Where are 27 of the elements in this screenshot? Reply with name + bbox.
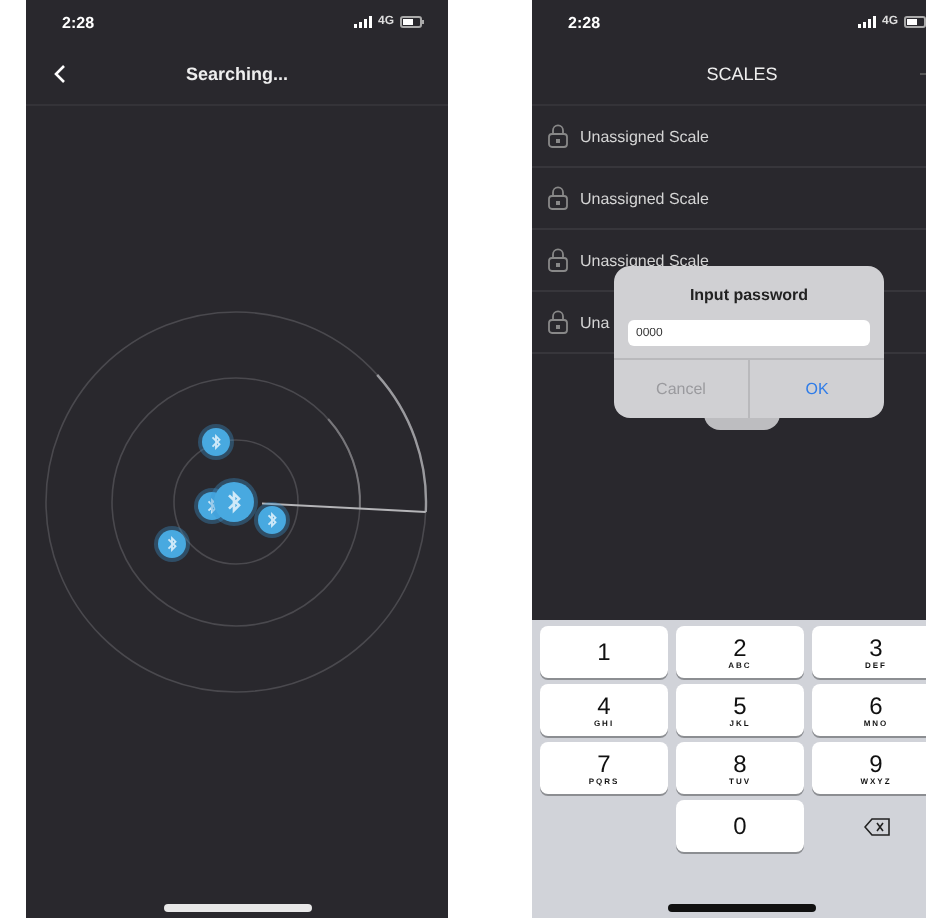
nav-title: SCALES <box>706 64 778 84</box>
bluetooth-device-icon[interactable] <box>154 526 190 562</box>
battery-icon <box>904 16 926 28</box>
back-icon <box>54 64 66 84</box>
lock-icon <box>548 186 568 210</box>
lock-icon <box>548 124 568 148</box>
scale-name: Unassigned Scale <box>580 189 711 207</box>
scale-name: Unassigned Scale <box>580 251 711 269</box>
bluetooth-device-icon[interactable] <box>198 424 234 460</box>
bluetooth-center-icon[interactable] <box>210 478 258 526</box>
backspace-icon <box>863 817 889 835</box>
bluetooth-device-icon[interactable] <box>254 502 290 538</box>
lock-icon <box>548 310 568 334</box>
status-time: 2:28 <box>568 13 601 31</box>
signal-icon <box>353 16 372 28</box>
lock-icon <box>548 248 568 272</box>
scale-row[interactable]: Unassigned Scale <box>532 106 926 168</box>
status-time: 2:28 <box>62 13 95 31</box>
keypad-key[interactable]: 0 <box>676 800 804 852</box>
keypad-key[interactable]: 1 <box>540 626 668 678</box>
scale-name: Una <box>580 313 612 331</box>
dialog-title: Input password <box>687 286 811 304</box>
signal-icon <box>857 16 876 28</box>
scale-name: Unassigned Scale <box>580 127 711 145</box>
scale-row[interactable]: Unassigned Scale <box>532 168 926 230</box>
battery-icon <box>400 16 424 28</box>
nav-title: Searching... <box>185 64 289 84</box>
